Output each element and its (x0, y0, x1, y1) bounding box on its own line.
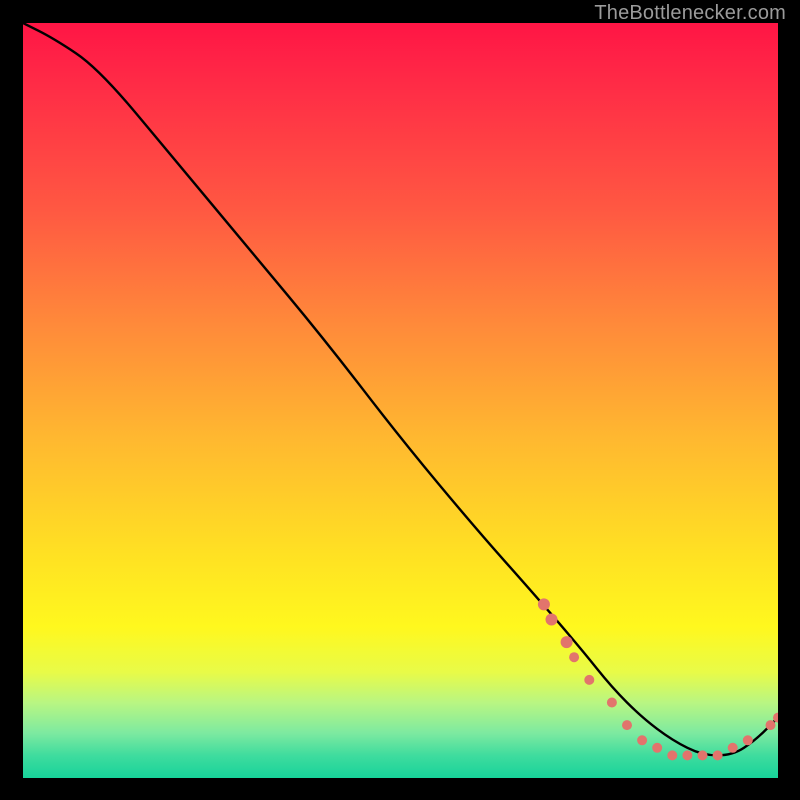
plot-area (23, 23, 778, 778)
data-marker (766, 720, 776, 730)
data-marker (652, 743, 662, 753)
data-marker (713, 750, 723, 760)
chart-stage: TheBottlenecker.com (0, 0, 800, 800)
watermark-text: TheBottlenecker.com (594, 2, 786, 25)
data-marker (569, 652, 579, 662)
data-marker (538, 598, 550, 610)
data-marker (743, 735, 753, 745)
data-marker (561, 636, 573, 648)
data-marker (698, 750, 708, 760)
data-marker (622, 720, 632, 730)
data-markers (538, 598, 778, 760)
data-marker (546, 614, 558, 626)
data-marker (584, 675, 594, 685)
data-marker (667, 750, 677, 760)
chart-svg (23, 23, 778, 778)
data-marker (607, 698, 617, 708)
data-marker (637, 735, 647, 745)
data-marker (682, 750, 692, 760)
data-marker (728, 743, 738, 753)
bottleneck-curve-path (23, 23, 778, 755)
